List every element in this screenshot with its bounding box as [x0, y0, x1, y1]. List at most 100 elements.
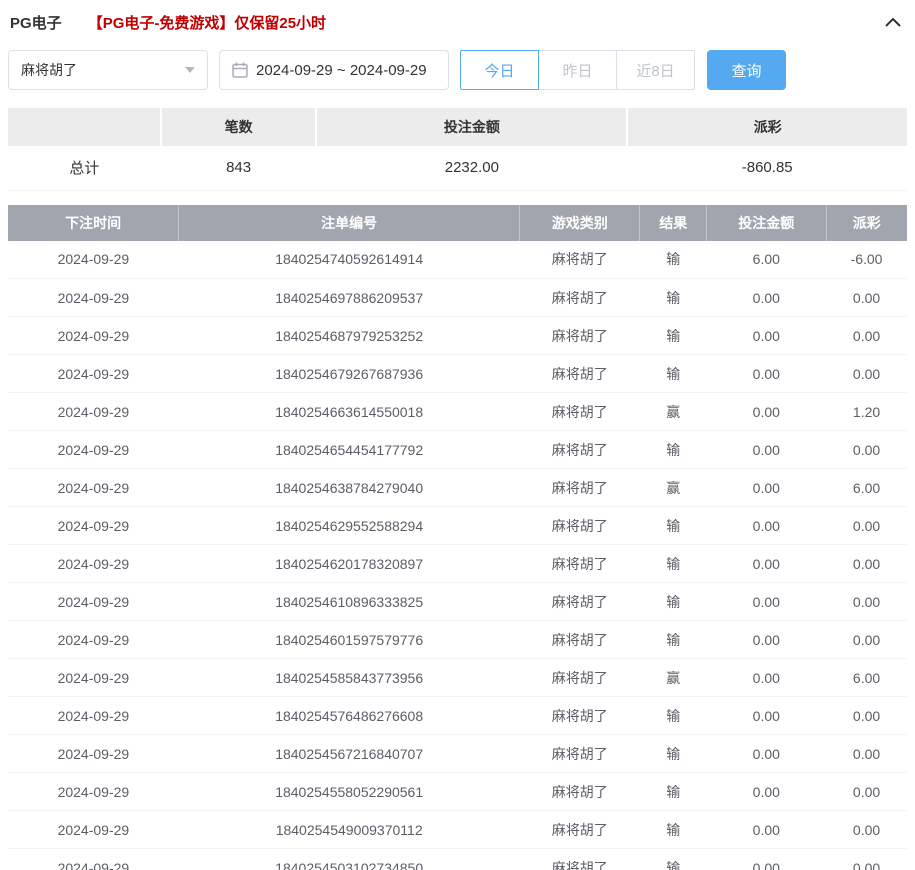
table-row: 2024-09-29 1840254549009370112 麻将胡了 输 0.… — [8, 811, 907, 849]
cell-bet-id: 1840254576486276608 — [179, 697, 520, 735]
cell-bet-id: 1840254697886209537 — [179, 279, 520, 317]
date-range-value: 2024-09-29 ~ 2024-09-29 — [256, 62, 427, 79]
cell-bet-id: 1840254663614550018 — [179, 393, 520, 431]
table-row: 2024-09-29 1840254620178320897 麻将胡了 输 0.… — [8, 545, 907, 583]
cell-bet-id: 1840254558052290561 — [179, 773, 520, 811]
chevron-up-icon — [885, 17, 901, 27]
summary-payout-value: -860.85 — [627, 146, 907, 190]
summary-header-count: 笔数 — [161, 108, 317, 146]
cell-bet-amount: 0.00 — [707, 507, 827, 545]
summary-total-row: 总计 843 2232.00 -860.85 — [8, 146, 907, 190]
cell-game-type: 麻将胡了 — [520, 545, 640, 583]
cell-result: 输 — [640, 507, 707, 545]
table-row: 2024-09-29 1840254740592614914 麻将胡了 输 6.… — [8, 241, 907, 279]
game-select-value: 麻将胡了 — [21, 60, 77, 80]
cell-bet-amount: 0.00 — [707, 773, 827, 811]
caret-down-icon — [185, 67, 195, 73]
cell-payout: 0.00 — [826, 355, 907, 393]
table-row: 2024-09-29 1840254679267687936 麻将胡了 输 0.… — [8, 355, 907, 393]
cell-bet-time: 2024-09-29 — [8, 393, 179, 431]
cell-result: 输 — [640, 279, 707, 317]
cell-game-type: 麻将胡了 — [520, 583, 640, 621]
cell-bet-time: 2024-09-29 — [8, 317, 179, 355]
quick-filter-today[interactable]: 今日 — [460, 50, 539, 90]
cell-bet-time: 2024-09-29 — [8, 659, 179, 697]
cell-bet-amount: 0.00 — [707, 431, 827, 469]
cell-bet-time: 2024-09-29 — [8, 469, 179, 507]
cell-result: 输 — [640, 621, 707, 659]
cell-result: 输 — [640, 317, 707, 355]
cell-bet-amount: 6.00 — [707, 241, 827, 279]
notice-text: 【PG电子-免费游戏】仅保留25小时 — [88, 12, 326, 33]
cell-result: 输 — [640, 241, 707, 279]
col-header-bet-time: 下注时间 — [8, 205, 179, 241]
cell-bet-id: 1840254610896333825 — [179, 583, 520, 621]
quick-filter-yesterday[interactable]: 昨日 — [538, 50, 617, 90]
cell-result: 赢 — [640, 393, 707, 431]
cell-bet-amount: 0.00 — [707, 317, 827, 355]
cell-result: 输 — [640, 811, 707, 849]
cell-bet-amount: 0.00 — [707, 279, 827, 317]
table-row: 2024-09-29 1840254610896333825 麻将胡了 输 0.… — [8, 583, 907, 621]
cell-payout: 0.00 — [826, 621, 907, 659]
cell-payout: 0.00 — [826, 317, 907, 355]
panel-header: PG电子 【PG电子-免费游戏】仅保留25小时 — [8, 8, 907, 36]
cell-bet-id: 1840254679267687936 — [179, 355, 520, 393]
cell-bet-amount: 0.00 — [707, 659, 827, 697]
quick-filter-last8days[interactable]: 近8日 — [616, 50, 695, 90]
cell-bet-time: 2024-09-29 — [8, 621, 179, 659]
bet-table: 下注时间 注单编号 游戏类别 结果 投注金额 派彩 2024-09-29 184… — [8, 205, 907, 870]
summary-count-value: 843 — [161, 146, 317, 190]
table-row: 2024-09-29 1840254601597579776 麻将胡了 输 0.… — [8, 621, 907, 659]
cell-game-type: 麻将胡了 — [520, 621, 640, 659]
cell-bet-id: 1840254629552588294 — [179, 507, 520, 545]
cell-game-type: 麻将胡了 — [520, 735, 640, 773]
cell-bet-time: 2024-09-29 — [8, 773, 179, 811]
table-row: 2024-09-29 1840254697886209537 麻将胡了 输 0.… — [8, 279, 907, 317]
pg-games-panel: PG电子 【PG电子-免费游戏】仅保留25小时 麻将胡了 2024-09-29 … — [0, 0, 915, 870]
bet-table-body: 2024-09-29 1840254740592614914 麻将胡了 输 6.… — [8, 241, 907, 870]
cell-game-type: 麻将胡了 — [520, 241, 640, 279]
cell-result: 输 — [640, 545, 707, 583]
cell-bet-id: 1840254654454177792 — [179, 431, 520, 469]
date-range-picker[interactable]: 2024-09-29 ~ 2024-09-29 — [219, 50, 449, 90]
summary-header-row: 笔数 投注金额 派彩 — [8, 108, 907, 146]
filter-bar: 麻将胡了 2024-09-29 ~ 2024-09-29 今日 昨日 近8日 查… — [8, 50, 907, 90]
table-row: 2024-09-29 1840254638784279040 麻将胡了 赢 0.… — [8, 469, 907, 507]
cell-bet-amount: 0.00 — [707, 735, 827, 773]
cell-bet-time: 2024-09-29 — [8, 545, 179, 583]
cell-payout: 6.00 — [826, 469, 907, 507]
cell-result: 输 — [640, 431, 707, 469]
table-row: 2024-09-29 1840254687979253252 麻将胡了 输 0.… — [8, 317, 907, 355]
cell-payout: -6.00 — [826, 241, 907, 279]
col-header-bet-id: 注单编号 — [179, 205, 520, 241]
table-row: 2024-09-29 1840254503102734850 麻将胡了 输 0.… — [8, 849, 907, 870]
cell-game-type: 麻将胡了 — [520, 317, 640, 355]
cell-bet-amount: 0.00 — [707, 393, 827, 431]
cell-game-type: 麻将胡了 — [520, 469, 640, 507]
page-title: PG电子 — [10, 12, 62, 33]
calendar-icon — [232, 62, 248, 78]
table-row: 2024-09-29 1840254567216840707 麻将胡了 输 0.… — [8, 735, 907, 773]
cell-game-type: 麻将胡了 — [520, 697, 640, 735]
cell-bet-id: 1840254601597579776 — [179, 621, 520, 659]
collapse-button[interactable] — [881, 13, 905, 31]
search-button[interactable]: 查询 — [707, 50, 786, 90]
cell-bet-amount: 0.00 — [707, 621, 827, 659]
cell-result: 输 — [640, 583, 707, 621]
cell-bet-time: 2024-09-29 — [8, 849, 179, 870]
game-select[interactable]: 麻将胡了 — [8, 50, 208, 90]
cell-bet-id: 1840254638784279040 — [179, 469, 520, 507]
summary-total-label: 总计 — [8, 146, 161, 190]
col-header-result: 结果 — [640, 205, 707, 241]
cell-payout: 6.00 — [826, 659, 907, 697]
summary-header-payout: 派彩 — [627, 108, 907, 146]
cell-bet-id: 1840254740592614914 — [179, 241, 520, 279]
cell-payout: 0.00 — [826, 431, 907, 469]
cell-bet-time: 2024-09-29 — [8, 735, 179, 773]
cell-payout: 0.00 — [826, 735, 907, 773]
cell-bet-id: 1840254503102734850 — [179, 849, 520, 870]
cell-game-type: 麻将胡了 — [520, 811, 640, 849]
cell-result: 赢 — [640, 659, 707, 697]
table-row: 2024-09-29 1840254629552588294 麻将胡了 输 0.… — [8, 507, 907, 545]
